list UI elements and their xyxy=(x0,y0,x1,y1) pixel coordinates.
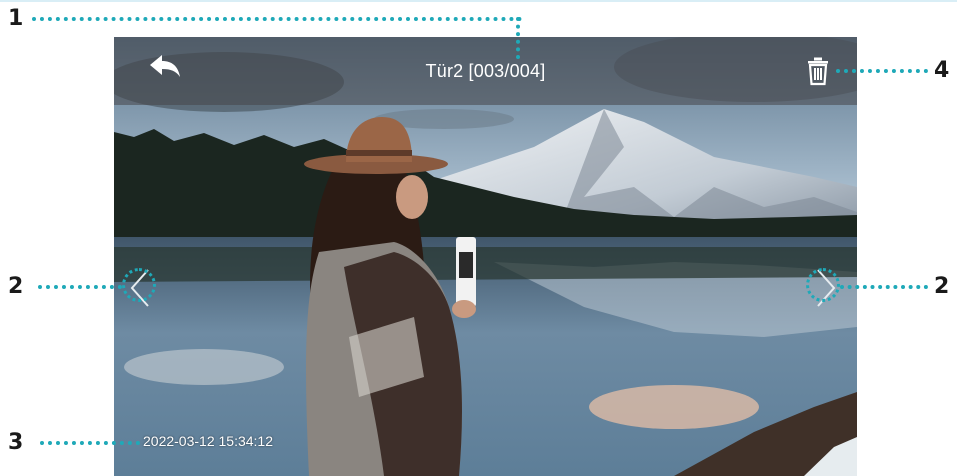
capture-timestamp: 2022-03-12 15:34:12 xyxy=(143,433,273,449)
annotation-number-3: 3 xyxy=(8,430,24,455)
annotation-line-1 xyxy=(32,17,522,21)
annotation-line-3 xyxy=(40,441,140,445)
annotation-line-2-right xyxy=(840,285,928,289)
image-title: Tür2 [003/004] xyxy=(425,61,546,81)
annotation-number-4: 4 xyxy=(934,58,950,83)
top-border xyxy=(0,0,957,2)
delete-button[interactable] xyxy=(804,56,832,86)
annotation-ring-2-right xyxy=(806,268,840,302)
annotation-number-2-left: 2 xyxy=(8,274,24,299)
annotation-line-4 xyxy=(836,69,928,73)
photo-viewer-screen: Tür2 [003/004] 2022-03-12 15:34:12 xyxy=(114,37,857,476)
trash-icon xyxy=(808,57,828,86)
annotation-line-1-vertical xyxy=(516,17,520,59)
annotation-number-1: 1 xyxy=(8,6,24,31)
annotation-line-2-left xyxy=(38,285,122,289)
annotation-number-2-right: 2 xyxy=(934,274,950,299)
top-toolbar: Tür2 [003/004] xyxy=(114,37,857,105)
annotation-ring-2-left xyxy=(122,268,156,302)
